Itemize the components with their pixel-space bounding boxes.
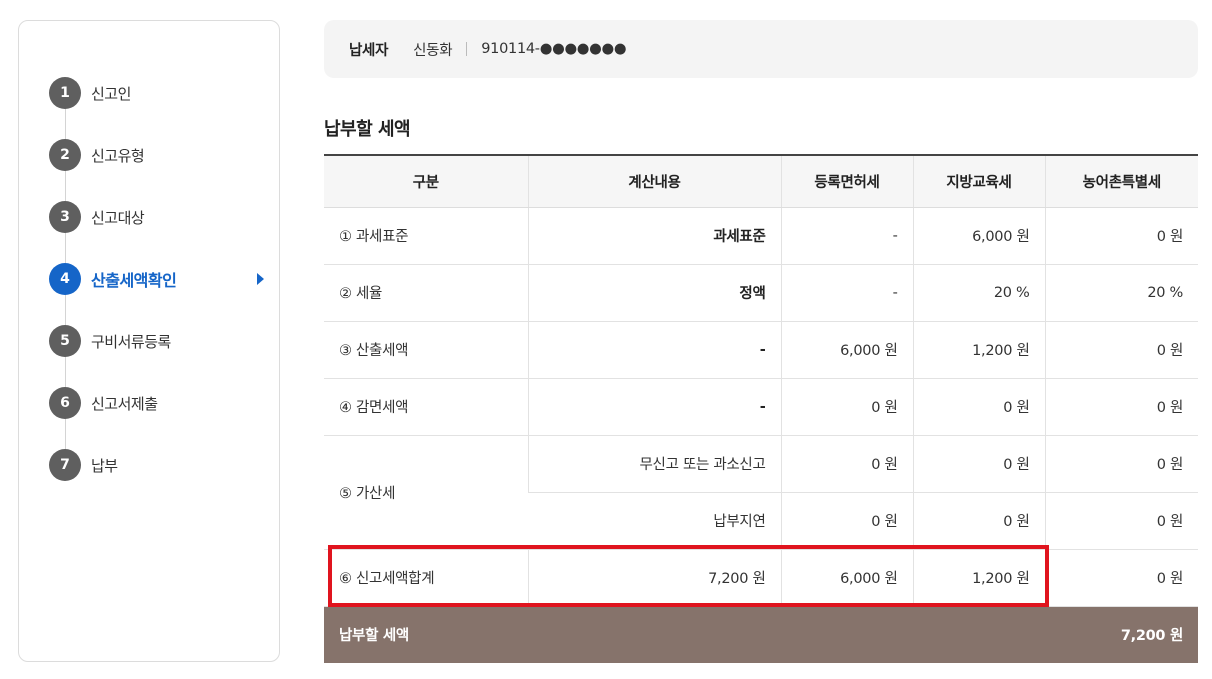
registration-tax-cell: 0 원 bbox=[780, 492, 913, 550]
row-label: ⑤ 가산세 bbox=[324, 435, 528, 550]
header-education-tax: 지방교육세 bbox=[912, 154, 1045, 208]
step-item-1[interactable]: 1 신고인 bbox=[49, 77, 264, 109]
education-tax-cell: 20 % bbox=[912, 264, 1045, 322]
header-category: 구분 bbox=[324, 154, 528, 208]
rural-tax-cell: 0 원 bbox=[1044, 549, 1198, 607]
step-label: 구비서류등록 bbox=[91, 332, 171, 351]
payable-tax-value: 7,200 원 bbox=[781, 606, 1198, 663]
step-number: 5 bbox=[49, 325, 81, 357]
step-label: 납부 bbox=[91, 456, 118, 475]
rural-tax-cell: 0 원 bbox=[1044, 378, 1198, 436]
calc-cell: - bbox=[527, 321, 781, 379]
step-item-4[interactable]: 4 산출세액확인 bbox=[49, 263, 264, 295]
registration-tax-cell: 0 원 bbox=[780, 378, 913, 436]
row-label: ⑥ 신고세액합계 bbox=[324, 549, 528, 607]
step-item-3[interactable]: 3 신고대상 bbox=[49, 201, 264, 233]
section-title: 납부할 세액 bbox=[324, 119, 411, 140]
registration-tax-cell: 6,000 원 bbox=[780, 321, 913, 379]
table-row-total-declared: ⑥ 신고세액합계 7,200 원 6,000 원 1,200 원 0 원 bbox=[324, 549, 1198, 607]
calc-cell: 과세표준 bbox=[527, 207, 781, 265]
row-label: ① 과세표준 bbox=[324, 207, 528, 265]
step-label: 신고유형 bbox=[91, 146, 145, 165]
rural-tax-cell: 20 % bbox=[1044, 264, 1198, 322]
taxpayer-name: 신동화 bbox=[413, 42, 453, 59]
rural-tax-cell: 0 원 bbox=[1044, 492, 1198, 550]
education-tax-cell: 6,000 원 bbox=[912, 207, 1045, 265]
payable-tax-label: 납부할 세액 bbox=[324, 606, 781, 663]
step-label: 신고대상 bbox=[91, 208, 145, 227]
step-number: 3 bbox=[49, 201, 81, 233]
calc-cell: 정액 bbox=[527, 264, 781, 322]
rural-tax-cell: 0 원 bbox=[1044, 435, 1198, 493]
step-number: 6 bbox=[49, 387, 81, 419]
registration-tax-cell: 0 원 bbox=[780, 435, 913, 493]
calc-cell: 납부지연 bbox=[528, 492, 781, 550]
step-label: 신고인 bbox=[91, 84, 131, 103]
registration-tax-cell: 6,000 원 bbox=[780, 549, 913, 607]
step-label: 신고서제출 bbox=[91, 394, 158, 413]
divider bbox=[466, 42, 468, 56]
step-number: 7 bbox=[49, 449, 81, 481]
taxpayer-id: 910114-●●●●●●● bbox=[481, 41, 627, 57]
education-tax-cell: 0 원 bbox=[912, 435, 1045, 493]
row-label: ④ 감면세액 bbox=[324, 378, 528, 436]
calc-cell: - bbox=[527, 378, 781, 436]
step-label: 산출세액확인 bbox=[91, 271, 177, 290]
table-row: ④ 감면세액 - 0 원 0 원 0 원 bbox=[324, 378, 1198, 436]
row-label: ② 세율 bbox=[324, 264, 528, 322]
calc-cell: 무신고 또는 과소신고 bbox=[527, 435, 781, 493]
current-step-arrow-icon bbox=[257, 273, 264, 285]
calc-cell: 7,200 원 bbox=[527, 549, 781, 607]
payable-tax-row: 납부할 세액 7,200 원 bbox=[324, 606, 1198, 663]
registration-tax-cell: - bbox=[780, 207, 913, 265]
education-tax-cell: 0 원 bbox=[912, 492, 1045, 550]
header-calculation: 계산내용 bbox=[527, 154, 781, 208]
table-row: ③ 산출세액 - 6,000 원 1,200 원 0 원 bbox=[324, 321, 1198, 379]
step-item-5[interactable]: 5 구비서류등록 bbox=[49, 325, 264, 357]
taxpayer-info-box: 납세자 신동화 910114-●●●●●●● bbox=[324, 20, 1198, 78]
table-row: ② 세율 정액 - 20 % 20 % bbox=[324, 264, 1198, 322]
step-item-6[interactable]: 6 신고서제출 bbox=[49, 387, 264, 419]
step-item-7[interactable]: 7 납부 bbox=[49, 449, 264, 481]
education-tax-cell: 1,200 원 bbox=[912, 321, 1045, 379]
education-tax-cell: 1,200 원 bbox=[912, 549, 1045, 607]
step-number: 4 bbox=[49, 263, 81, 295]
step-number: 1 bbox=[49, 77, 81, 109]
rural-tax-cell: 0 원 bbox=[1044, 207, 1198, 265]
table-row: ① 과세표준 과세표준 - 6,000 원 0 원 bbox=[324, 207, 1198, 265]
step-number: 2 bbox=[49, 139, 81, 171]
step-item-2[interactable]: 2 신고유형 bbox=[49, 139, 264, 171]
rural-tax-cell: 0 원 bbox=[1044, 321, 1198, 379]
taxpayer-label: 납세자 bbox=[349, 42, 389, 59]
step-sidebar: 1 신고인 2 신고유형 3 신고대상 4 산출세액확인 5 구비서류등록 6 … bbox=[18, 20, 280, 662]
header-rural-tax: 농어촌특별세 bbox=[1044, 154, 1198, 208]
tax-amount-table: 구분 계산내용 등록면허세 지방교육세 농어촌특별세 ① 과세표준 과세표준 -… bbox=[324, 154, 1198, 663]
registration-tax-cell: - bbox=[780, 264, 913, 322]
table-row: ⑤ 가산세 무신고 또는 과소신고 0 원 0 원 0 원 bbox=[324, 435, 1198, 550]
table-header-row: 구분 계산내용 등록면허세 지방교육세 농어촌특별세 bbox=[324, 154, 1198, 208]
header-registration-tax: 등록면허세 bbox=[780, 154, 913, 208]
row-label: ③ 산출세액 bbox=[324, 321, 528, 379]
education-tax-cell: 0 원 bbox=[912, 378, 1045, 436]
